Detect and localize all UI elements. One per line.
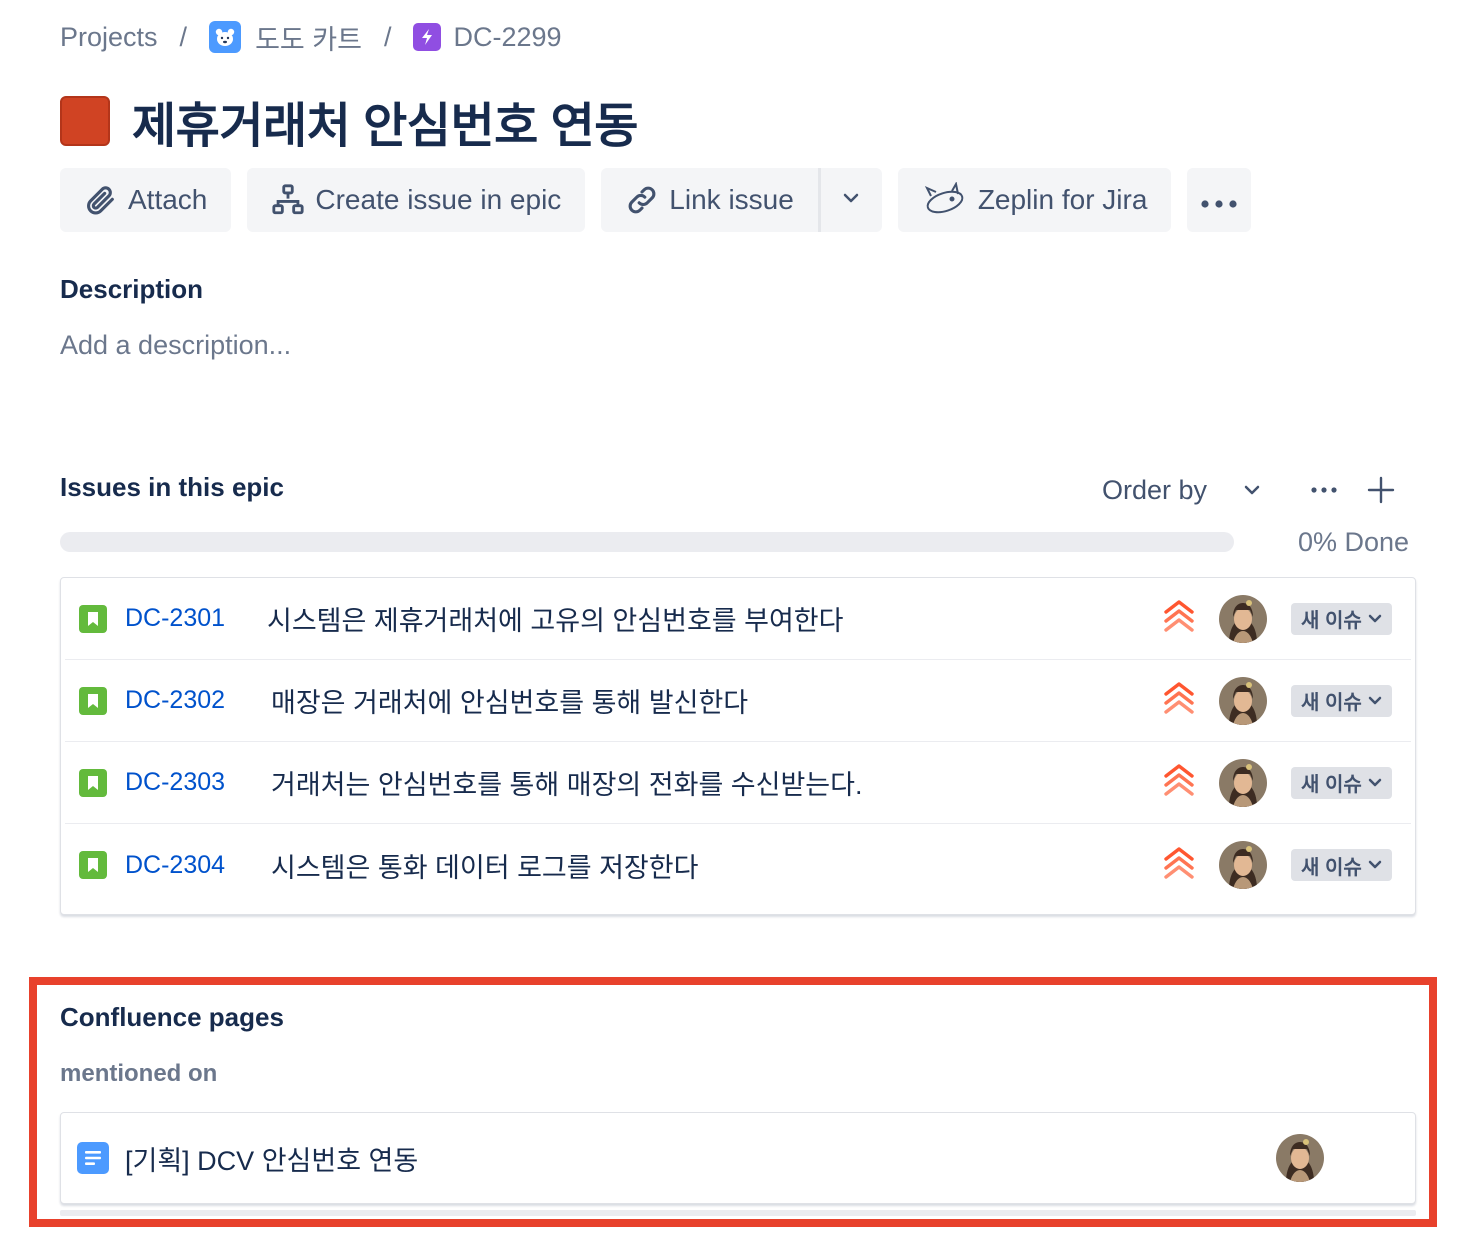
description-editor[interactable]: Add a description...: [60, 330, 291, 361]
more-actions-button[interactable]: [1187, 168, 1252, 232]
page-title[interactable]: 제휴거래처 안심번호 연동: [132, 86, 638, 156]
create-issue-in-epic-button[interactable]: Create issue in epic: [247, 168, 586, 232]
chevron-down-icon: [1368, 614, 1382, 624]
assignee-avatar[interactable]: [1219, 594, 1267, 643]
confluence-page-title[interactable]: [기획] DCV 안심번호 연동: [125, 1139, 418, 1178]
status-badge[interactable]: 새 이슈: [1291, 849, 1392, 881]
chevron-down-icon: [1368, 778, 1382, 788]
attach-label: Attach: [128, 184, 208, 215]
story-icon: [79, 604, 107, 633]
description-heading: Description: [60, 274, 204, 304]
table-row[interactable]: DC-2304 시스템은 통화 데이터 로그를 저장한다 새 이슈: [65, 824, 1411, 906]
epic-color-swatch[interactable]: [60, 96, 110, 146]
hierarchy-icon: [271, 183, 305, 217]
project-avatar-icon: [209, 21, 242, 53]
highest-priority-icon: [1161, 680, 1197, 721]
breadcrumb: Projects / 도도 카트 / DC-2299: [60, 18, 562, 56]
highest-priority-icon: [1161, 598, 1197, 639]
confluence-list-scroll-edge: [60, 1210, 1416, 1216]
link-issue-split-button: Link issue: [601, 168, 882, 232]
page-author-avatar: [1276, 1134, 1324, 1182]
assignee-avatar[interactable]: [1219, 841, 1267, 889]
breadcrumb-project-name: 도도 카트: [255, 24, 362, 55]
zeplin-for-jira-button[interactable]: Zeplin for Jira: [897, 168, 1172, 232]
story-icon: [79, 768, 107, 797]
create-issue-label: Create issue in epic: [315, 184, 562, 215]
issue-key-link[interactable]: DC-2301: [125, 604, 225, 633]
issue-summary[interactable]: 시스템은 제휴거래처에 고유의 안심번호를 부여한다: [267, 599, 844, 638]
child-issue-list: DC-2301 시스템은 제휴거래처에 고유의 안심번호를 부여한다 새 이슈 …: [60, 577, 1416, 915]
issue-summary[interactable]: 거래처는 안심번호를 통해 매장의 전화를 수신받는다.: [271, 763, 863, 802]
assignee-avatar[interactable]: [1219, 676, 1267, 725]
mentioned-on-label: mentioned on: [60, 1060, 218, 1087]
link-icon: [625, 183, 659, 217]
issue-summary[interactable]: 매장은 거래처에 안심번호를 통해 발신한다: [271, 681, 748, 720]
zeplin-label: Zeplin for Jira: [977, 184, 1148, 215]
issue-key-link[interactable]: DC-2302: [125, 686, 225, 715]
more-horizontal-icon: [1200, 184, 1238, 216]
issues-in-epic-heading: Issues in this epic: [60, 472, 284, 502]
status-badge[interactable]: 새 이슈: [1291, 602, 1392, 635]
more-horizontal-icon[interactable]: [1311, 486, 1337, 494]
status-label: 새 이슈: [1301, 774, 1362, 796]
story-icon: [79, 686, 107, 715]
breadcrumb-separator: /: [383, 21, 392, 52]
status-label: 새 이슈: [1301, 610, 1362, 632]
zeplin-icon: [922, 182, 968, 218]
status-label: 새 이슈: [1301, 692, 1362, 714]
status-badge[interactable]: 새 이슈: [1291, 684, 1392, 717]
issue-summary[interactable]: 시스템은 통화 데이터 로그를 저장한다: [271, 846, 698, 885]
epic-progress-bar: [60, 532, 1234, 552]
chevron-down-icon: [1368, 860, 1382, 870]
order-by-dropdown[interactable]: Order by: [1102, 475, 1207, 506]
issues-controls: Order by: [1102, 470, 1395, 510]
link-issue-dropdown-button[interactable]: [817, 168, 882, 232]
chevron-down-icon: [842, 191, 860, 209]
progress-done-label: 0% Done: [1298, 527, 1410, 557]
confluence-pages-heading: Confluence pages: [60, 1002, 284, 1032]
status-badge[interactable]: 새 이슈: [1291, 766, 1392, 799]
story-icon: [79, 851, 107, 879]
highest-priority-icon: [1161, 845, 1197, 886]
status-label: 새 이슈: [1301, 856, 1362, 879]
link-issue-label: Link issue: [669, 184, 794, 215]
breadcrumb-project-link[interactable]: 도도 카트: [209, 18, 362, 57]
issue-key-link[interactable]: DC-2304: [125, 851, 225, 880]
epic-lightning-icon: [413, 23, 442, 51]
table-row[interactable]: DC-2302 매장은 거래처에 안심번호를 통해 발신한다 새 이슈: [65, 660, 1411, 742]
highest-priority-icon: [1161, 762, 1197, 803]
order-by-chevron-down-icon[interactable]: [1243, 484, 1261, 496]
confluence-page-card[interactable]: [기획] DCV 안심번호 연동: [60, 1112, 1416, 1204]
breadcrumb-issue-key: DC-2299: [453, 21, 562, 52]
issue-toolbar: Attach Create issue in epic Link issue Z…: [60, 168, 1267, 232]
confluence-page-icon: [77, 1142, 109, 1174]
issue-key-link[interactable]: DC-2303: [125, 768, 225, 797]
add-child-issue-icon[interactable]: [1367, 476, 1395, 504]
assignee-avatar[interactable]: [1219, 758, 1267, 807]
epic-header: 제휴거래처 안심번호 연동: [60, 86, 638, 156]
attach-button[interactable]: Attach: [60, 168, 232, 232]
link-issue-button[interactable]: Link issue: [601, 168, 818, 232]
table-row[interactable]: DC-2301 시스템은 제휴거래처에 고유의 안심번호를 부여한다 새 이슈: [65, 578, 1411, 660]
table-row[interactable]: DC-2303 거래처는 안심번호를 통해 매장의 전화를 수신받는다. 새 이…: [65, 742, 1411, 824]
breadcrumb-separator: /: [179, 21, 188, 52]
paperclip-icon: [84, 183, 118, 217]
breadcrumb-issue-link[interactable]: DC-2299: [413, 21, 562, 53]
chevron-down-icon: [1368, 696, 1382, 706]
breadcrumb-projects-link[interactable]: Projects: [60, 22, 158, 53]
